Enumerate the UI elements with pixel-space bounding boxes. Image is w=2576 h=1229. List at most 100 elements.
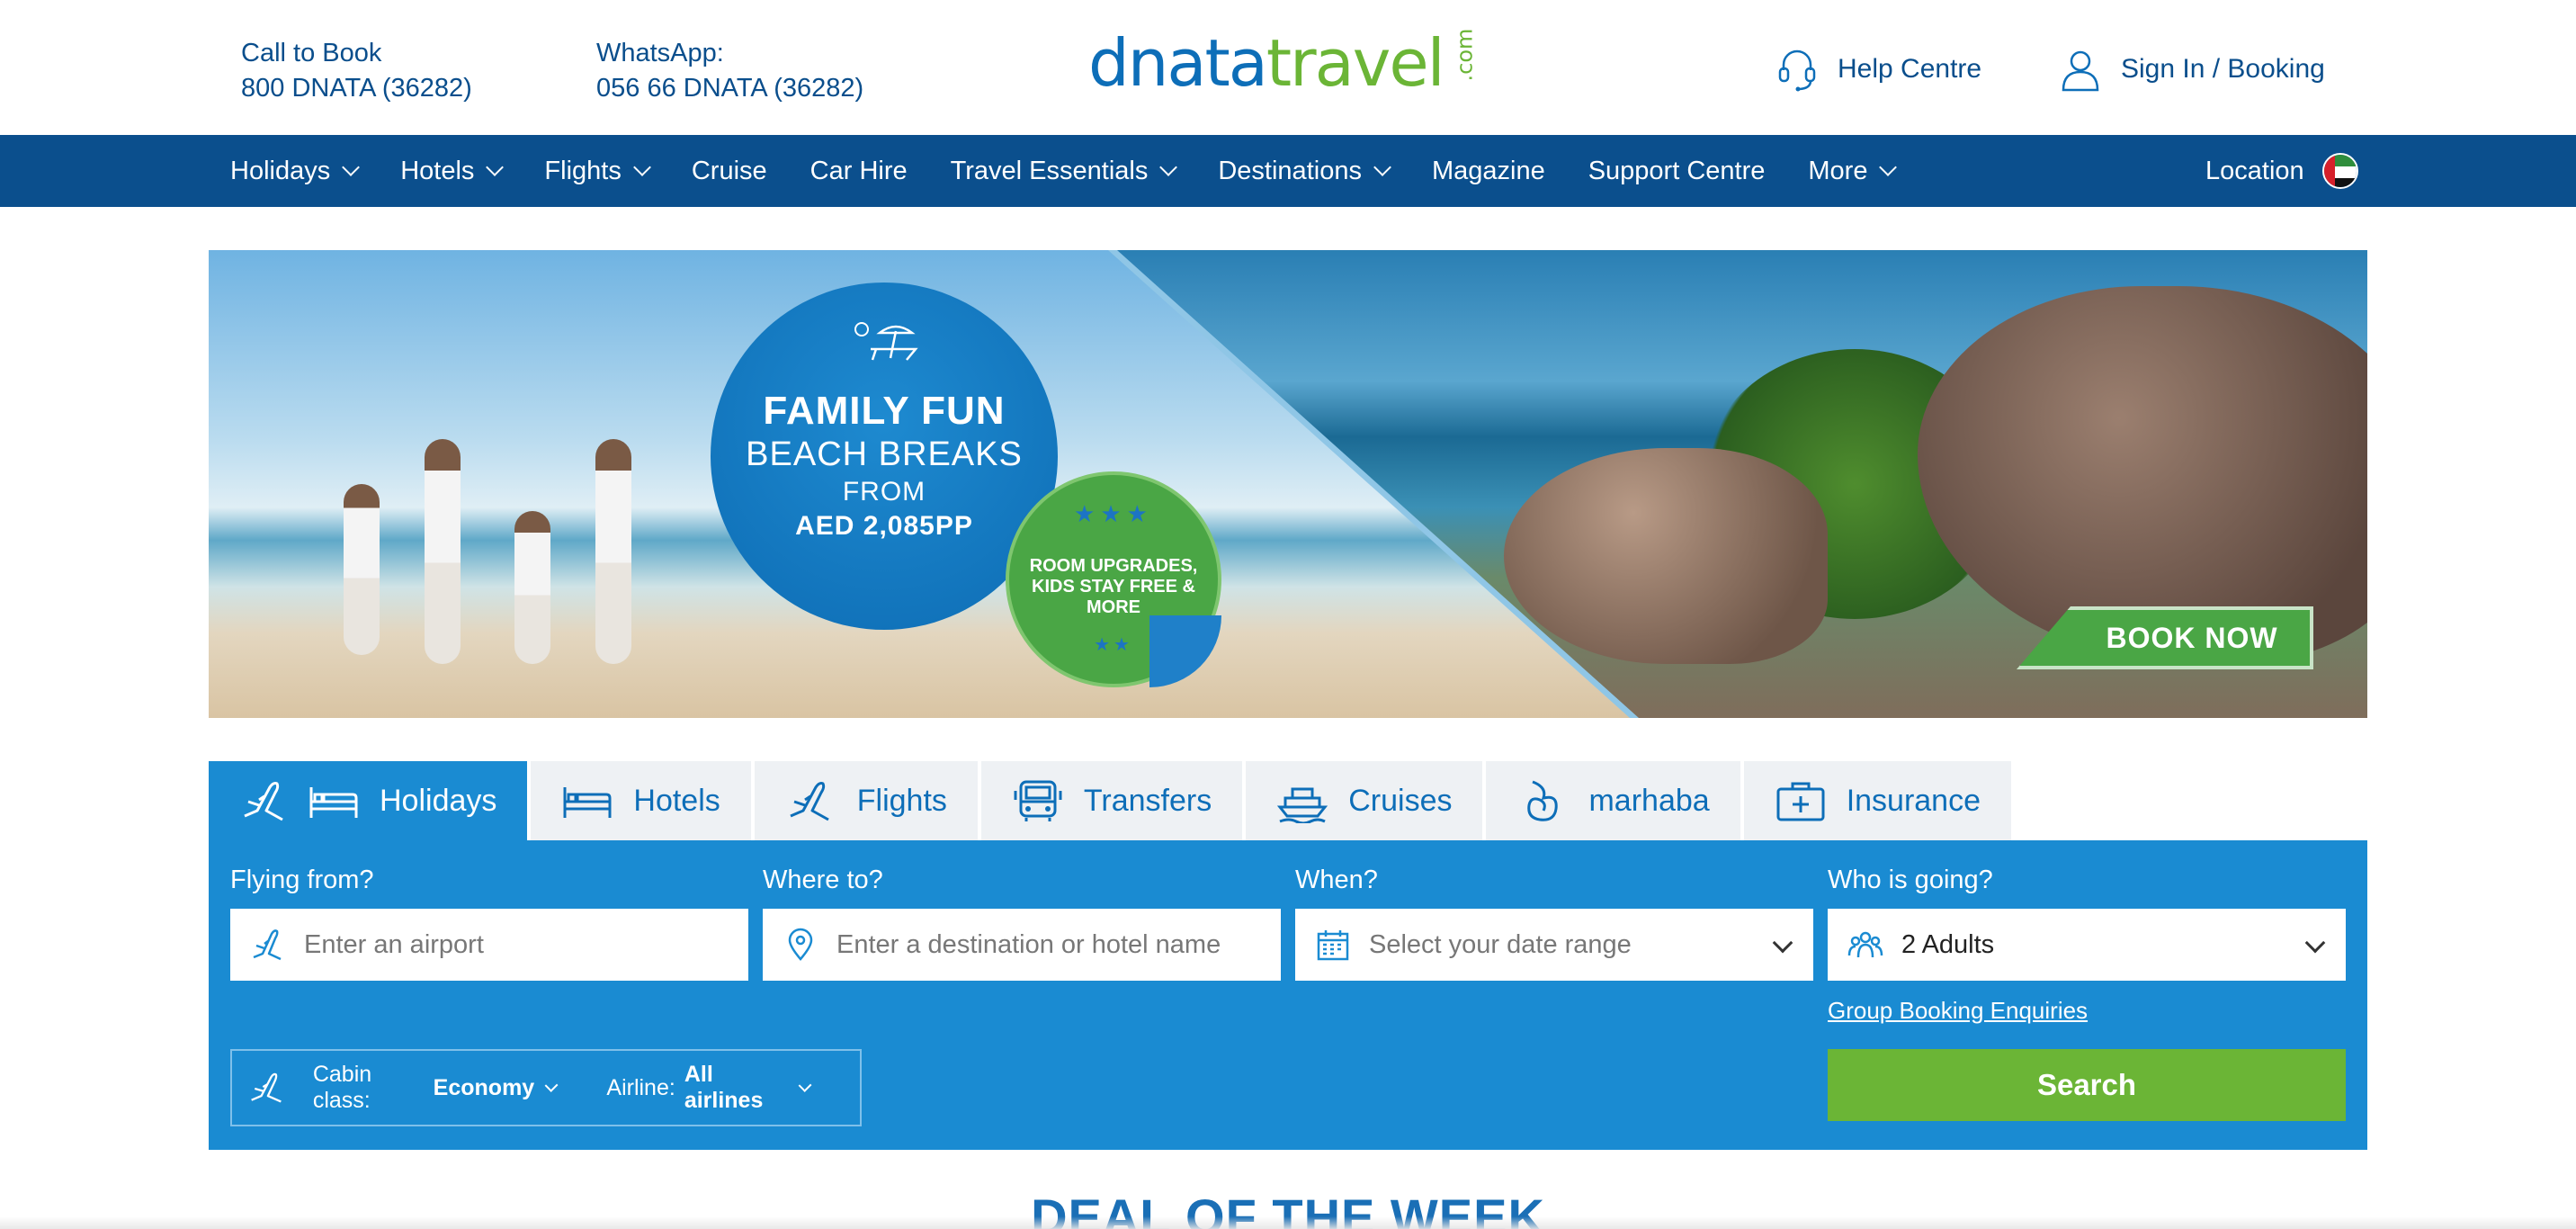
mother-figure xyxy=(425,439,461,664)
nav-item-travel-essentials[interactable]: Travel Essentials xyxy=(950,156,1178,186)
nav-item-label: Cruise xyxy=(691,156,767,185)
tab-label: Holidays xyxy=(380,783,497,818)
banner-title: FAMILY FUN xyxy=(763,389,1006,433)
rock xyxy=(1504,448,1828,664)
nav-item-label: Flights xyxy=(544,156,622,185)
bed-icon xyxy=(563,787,612,818)
tab-flights[interactable]: Flights xyxy=(754,761,978,840)
tab-marhaba[interactable]: marhaba xyxy=(1486,761,1740,840)
people-icon xyxy=(1847,931,1883,958)
date-range-placeholder: Select your date range xyxy=(1369,929,1632,959)
cabin-class-label: Cabin class: xyxy=(312,1062,372,1113)
flying-from-input[interactable]: Enter an airport xyxy=(230,909,748,981)
flying-from-placeholder: Enter an airport xyxy=(304,929,484,959)
nav-item-cruise[interactable]: Cruise xyxy=(692,157,767,186)
call-to-book[interactable]: Call to Book 800 DNATA (36282) xyxy=(241,36,472,106)
nav-item-label: Magazine xyxy=(1431,156,1545,185)
tab-label: Cruises xyxy=(1348,783,1453,818)
child-figure xyxy=(514,511,550,664)
logo-dnata: dnata xyxy=(1088,25,1268,101)
banner-price: AED 2,085PP xyxy=(795,511,973,541)
child-figure xyxy=(344,484,380,655)
nav-item-support-centre[interactable]: Support Centre xyxy=(1588,157,1766,186)
help-centre-link[interactable]: Help Centre xyxy=(1776,47,1981,92)
call-label: Call to Book xyxy=(241,39,382,67)
travellers-value: 2 Adults xyxy=(1901,929,1995,959)
nav-item-label: Destinations xyxy=(1218,156,1362,185)
bus-icon xyxy=(1014,780,1062,821)
destination-placeholder: Enter a destination or hotel name xyxy=(836,929,1221,959)
whatsapp-number[interactable]: 056 66 DNATA (36282) xyxy=(596,71,863,106)
tab-cruises[interactable]: Cruises xyxy=(1246,761,1483,840)
scroll-fade xyxy=(0,1216,2576,1229)
chevron-down-icon xyxy=(1159,158,1178,176)
location-label: Location xyxy=(2205,156,2304,185)
nav-item-magazine[interactable]: Magazine xyxy=(1432,157,1545,186)
nav-item-flights[interactable]: Flights xyxy=(544,156,651,186)
promo-banner[interactable]: FAMILY FUN BEACH BREAKS FROM AED 2,085PP… xyxy=(209,250,2367,718)
flight-options: Cabin class: Economy Airline: All airlin… xyxy=(230,1049,862,1126)
destination-input[interactable]: Enter a destination or hotel name xyxy=(763,909,1281,981)
product-tabs: Holidays Hotels Flights Transfers Cruise… xyxy=(209,761,2015,840)
father-figure xyxy=(595,439,631,664)
tab-label: Flights xyxy=(856,783,947,818)
tab-holidays[interactable]: Holidays xyxy=(209,761,528,840)
chevron-down-icon xyxy=(2304,932,2326,954)
cabin-class-select[interactable]: Economy xyxy=(434,1075,535,1101)
uae-flag-icon xyxy=(2321,153,2358,189)
airline-label: Airline: xyxy=(606,1074,675,1100)
chevron-down-icon xyxy=(1879,158,1898,176)
nav-item-label: Travel Essentials xyxy=(950,156,1149,185)
who-is-going-label: Who is going? xyxy=(1828,866,1993,894)
ship-icon xyxy=(1277,787,1328,823)
nav-item-label: Holidays xyxy=(230,156,331,185)
sign-in-link[interactable]: Sign In / Booking xyxy=(2060,47,2325,92)
chevron-down-icon xyxy=(1772,932,1793,954)
marhaba-icon xyxy=(1527,780,1559,821)
tab-label: Transfers xyxy=(1083,783,1212,818)
tab-label: Hotels xyxy=(633,783,720,818)
calendar-icon xyxy=(1317,930,1349,961)
chevron-down-icon[interactable] xyxy=(544,1078,559,1092)
tab-insurance[interactable]: Insurance xyxy=(1743,761,2012,840)
nav-items: Holidays Hotels Flights Cruise Car Hire Trave… xyxy=(230,135,1937,207)
stars-icon: ★★★ xyxy=(1074,500,1153,527)
chevron-down-icon xyxy=(342,158,361,176)
help-centre-label: Help Centre xyxy=(1838,54,1982,84)
nav-item-label: Car Hire xyxy=(809,156,908,185)
nav-item-destinations[interactable]: Destinations xyxy=(1218,156,1391,186)
chevron-down-icon[interactable] xyxy=(798,1078,812,1092)
whatsapp-label: WhatsApp: xyxy=(596,39,724,67)
bed-icon xyxy=(309,787,358,818)
dnata-travel-logo[interactable]: dnatatravel .com xyxy=(1088,27,1497,114)
plane-icon xyxy=(253,929,282,961)
location-selector[interactable]: Location xyxy=(2205,135,2358,207)
travellers-select[interactable]: 2 Adults xyxy=(1828,909,2346,981)
whatsapp-contact[interactable]: WhatsApp: 056 66 DNATA (36282) xyxy=(596,36,863,106)
sign-in-label: Sign In / Booking xyxy=(2121,54,2325,84)
when-label: When? xyxy=(1295,866,1378,894)
logo-travel: travel xyxy=(1266,25,1445,101)
headset-icon xyxy=(1778,49,1816,92)
group-booking-link[interactable]: Group Booking Enquiries xyxy=(1828,997,2088,1025)
top-header: Call to Book 800 DNATA (36282) WhatsApp:… xyxy=(0,0,2576,135)
nav-item-hotels[interactable]: Hotels xyxy=(400,156,505,186)
nav-item-car-hire[interactable]: Car Hire xyxy=(810,157,908,186)
chevron-down-icon xyxy=(632,158,651,176)
tab-hotels[interactable]: Hotels xyxy=(531,761,751,840)
user-icon xyxy=(2062,50,2099,92)
date-range-select[interactable]: Select your date range xyxy=(1295,909,1813,981)
tab-label: marhaba xyxy=(1588,783,1710,818)
medical-kit-icon xyxy=(1776,782,1825,821)
badge-text: ROOM UPGRADES, KIDS STAY FREE & MORE xyxy=(1029,556,1198,617)
nav-item-more[interactable]: More xyxy=(1808,157,1898,186)
nav-item-holidays[interactable]: Holidays xyxy=(230,156,361,186)
airline-select[interactable]: All airlines xyxy=(684,1062,788,1114)
call-number[interactable]: 800 DNATA (36282) xyxy=(241,71,472,106)
location-pin-icon xyxy=(788,928,813,961)
sunbed-umbrella-icon xyxy=(854,322,918,361)
nav-item-label: Hotels xyxy=(400,156,475,185)
offer-badge: ★★★ ROOM UPGRADES, KIDS STAY FREE & MORE… xyxy=(1006,471,1221,687)
tab-transfers[interactable]: Transfers xyxy=(980,761,1243,840)
search-button[interactable]: Search xyxy=(1828,1049,2346,1121)
